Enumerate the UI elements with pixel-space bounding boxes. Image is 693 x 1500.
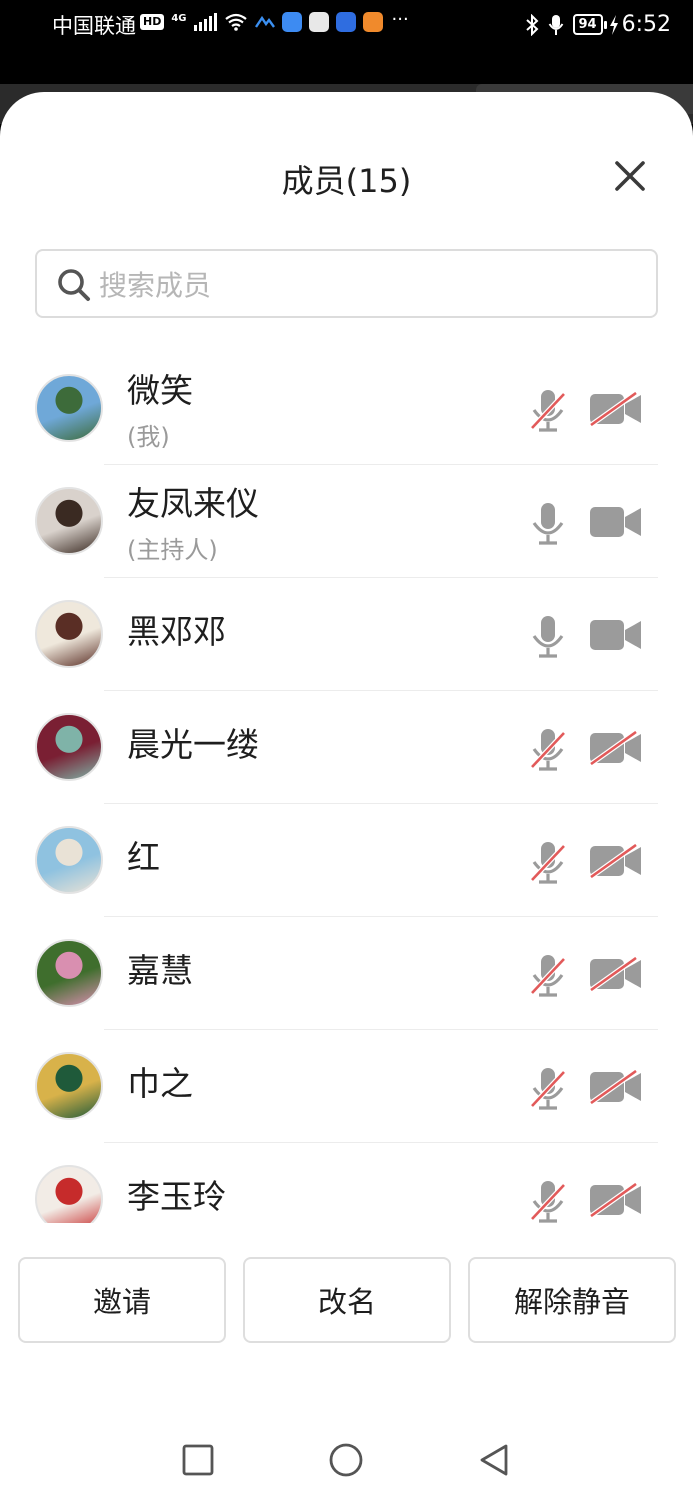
member-row[interactable]: 友凤来仪 (主持人): [0, 465, 693, 578]
search-box[interactable]: [35, 249, 658, 318]
back-button[interactable]: [476, 1442, 512, 1478]
clock-label: 6:52: [621, 12, 671, 37]
member-name: 李玉玲: [127, 1177, 226, 1216]
avatar: [35, 713, 103, 781]
member-camera-toggle[interactable]: [589, 955, 643, 993]
triangle-back-icon: [480, 1444, 508, 1476]
bluetooth-icon: [525, 13, 538, 36]
search-icon: [58, 269, 90, 301]
app-icon: [254, 15, 275, 28]
bulb-app-icon: [335, 12, 356, 32]
system-nav-bar: [0, 1422, 693, 1500]
member-mic-toggle[interactable]: [528, 614, 568, 660]
mic-muted-icon: [530, 955, 566, 997]
member-row[interactable]: 黑邓邓: [0, 578, 693, 691]
status-bar: 中国联通 HD 4G ··· 94 6:52: [0, 0, 693, 56]
member-row[interactable]: 微笑 (我): [0, 352, 693, 465]
member-name: 嘉慧: [127, 951, 193, 990]
battery-icon: 94: [572, 14, 607, 35]
video-off-icon: [589, 955, 641, 993]
member-name: 红: [127, 838, 160, 877]
mic-muted-icon: [530, 729, 566, 771]
mic-muted-icon: [530, 1068, 566, 1110]
member-mic-toggle[interactable]: [528, 727, 568, 773]
video-off-icon: [589, 1181, 641, 1219]
wifi-icon: [224, 13, 247, 31]
video-icon: [590, 620, 641, 650]
avatar: [35, 826, 103, 894]
hd-icon: HD: [140, 14, 165, 30]
member-list[interactable]: 微笑 (我) 友凤来仪 (主持人) 黑邓邓晨光一缕红嘉慧巾之李玉玲: [0, 352, 693, 1223]
member-role: (我): [127, 423, 170, 451]
microphone-icon: [548, 14, 563, 35]
charging-icon: [609, 14, 618, 35]
square-recents-icon: [182, 1444, 214, 1476]
member-mic-toggle[interactable]: [528, 953, 568, 999]
member-row[interactable]: 嘉慧: [0, 917, 693, 1030]
video-off-icon: [589, 729, 641, 767]
avatar: [35, 1165, 103, 1223]
avatar: [35, 487, 103, 555]
more-notifications-label: ···: [391, 8, 409, 30]
status-icons-right: 94 6:52: [525, 12, 671, 37]
network-type-label: 4G: [171, 12, 187, 24]
member-camera-toggle[interactable]: [589, 1181, 643, 1219]
shield-app-icon: [308, 12, 329, 32]
member-name: 微笑: [127, 371, 193, 410]
mic-icon: [532, 503, 564, 545]
member-camera-toggle[interactable]: [589, 505, 643, 539]
status-icons-left: HD 4G ···: [140, 8, 409, 32]
avatar: [35, 939, 103, 1007]
member-camera-toggle[interactable]: [589, 390, 643, 428]
cloud-app-icon: [281, 12, 302, 32]
member-mic-toggle[interactable]: [528, 388, 568, 434]
member-row[interactable]: 红: [0, 804, 693, 917]
mic-icon: [532, 616, 564, 658]
member-row[interactable]: 李玉玲: [0, 1143, 693, 1223]
member-name: 晨光一缕: [127, 725, 259, 764]
rename-button[interactable]: 改名: [243, 1257, 451, 1343]
avatar: [35, 1052, 103, 1120]
invite-button[interactable]: 邀请: [18, 1257, 226, 1343]
signal-icon: [193, 13, 217, 31]
video-off-icon: [589, 1068, 641, 1106]
member-row[interactable]: 晨光一缕: [0, 691, 693, 804]
recents-button[interactable]: [180, 1442, 216, 1478]
member-camera-toggle[interactable]: [589, 1068, 643, 1106]
close-button[interactable]: [610, 156, 650, 196]
member-camera-toggle[interactable]: [589, 842, 643, 880]
member-name: 黑邓邓: [127, 612, 226, 651]
members-sheet: 成员(15) 微笑 (我) 友凤来仪 (主持人) 黑邓邓晨光一缕红嘉慧巾之李玉玲 邀请 …: [0, 92, 693, 1500]
sheet-title: 成员(15): [281, 162, 412, 200]
member-camera-toggle[interactable]: [589, 618, 643, 652]
avatar: [35, 374, 103, 442]
avatar: [35, 600, 103, 668]
mic-muted-icon: [530, 1181, 566, 1223]
play-app-icon: [362, 12, 383, 32]
unmute-all-button[interactable]: 解除静音: [468, 1257, 676, 1343]
video-icon: [590, 507, 641, 537]
video-off-icon: [589, 842, 641, 880]
circle-home-icon: [329, 1443, 363, 1477]
member-name: 巾之: [127, 1064, 193, 1103]
member-mic-toggle[interactable]: [528, 1179, 568, 1223]
member-mic-toggle[interactable]: [528, 1066, 568, 1112]
member-row[interactable]: 巾之: [0, 1030, 693, 1143]
close-icon: [615, 161, 645, 191]
action-bar: 邀请 改名 解除静音: [0, 1257, 693, 1345]
mic-muted-icon: [530, 390, 566, 432]
member-role: (主持人): [127, 536, 218, 564]
carrier-label: 中国联通: [52, 14, 136, 38]
mic-muted-icon: [530, 842, 566, 884]
home-button[interactable]: [328, 1442, 364, 1478]
member-name: 友凤来仪: [127, 484, 259, 523]
member-mic-toggle[interactable]: [528, 840, 568, 886]
video-off-icon: [589, 390, 641, 428]
search-input[interactable]: [99, 263, 639, 307]
member-mic-toggle[interactable]: [528, 501, 568, 547]
member-camera-toggle[interactable]: [589, 729, 643, 767]
